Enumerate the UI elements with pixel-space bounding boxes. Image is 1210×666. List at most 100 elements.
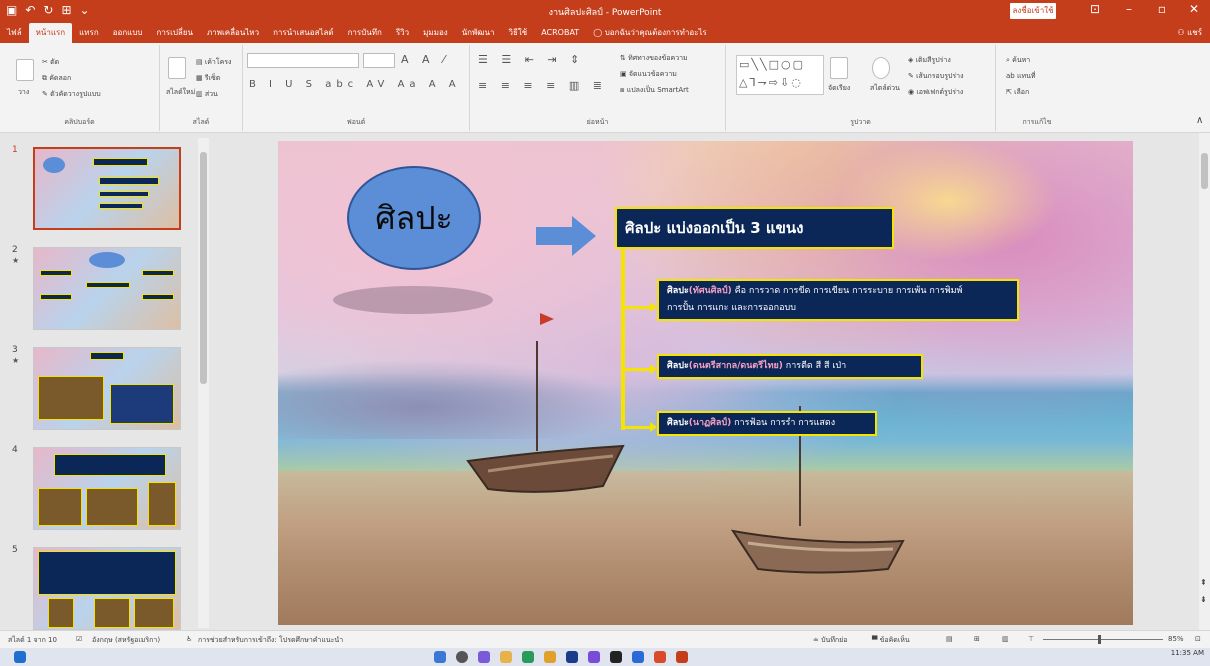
header-textbox[interactable]: ศิลปะ แบ่งออกเป็น 3 แขนง xyxy=(615,207,894,249)
taskbar-app-icon[interactable] xyxy=(544,651,556,663)
previous-slide-icon[interactable]: ⇞ xyxy=(1200,578,1207,587)
smartart-button[interactable]: ⧈ แปลงเป็น SmartArt xyxy=(620,85,689,96)
shape-outline-button[interactable]: ✎ เส้นกรอบรูปร่าง xyxy=(908,71,964,82)
language-indicator[interactable]: อังกฤษ (สหรัฐอเมริกา) xyxy=(92,635,160,646)
tab-developer[interactable]: นักพัฒนา xyxy=(455,23,502,43)
taskbar-app-icon[interactable] xyxy=(610,651,622,663)
cut-button[interactable]: ✂ ตัด xyxy=(42,57,59,68)
quick-styles-icon[interactable] xyxy=(872,57,890,79)
taskbar-app-icon[interactable] xyxy=(566,651,578,663)
start-icon[interactable] xyxy=(14,651,26,663)
paste-icon[interactable] xyxy=(16,59,34,81)
branch-box-dance[interactable]: ศิลปะ(นาฏศิลป์) การฟ้อน การรำ การแสดง xyxy=(657,411,877,436)
align-text-button[interactable]: ▣ จัดแนวข้อความ xyxy=(620,69,677,80)
copy-button[interactable]: ⧉ คัดลอก xyxy=(42,73,71,84)
select-button[interactable]: ⇱ เลือก xyxy=(1006,87,1029,98)
reading-view-icon[interactable]: ▥ xyxy=(1002,635,1009,643)
fit-slide-icon[interactable]: ⊡ xyxy=(1195,635,1201,643)
find-button[interactable]: ⌕ ค้นหา xyxy=(1006,55,1030,66)
spellcheck-icon[interactable]: ☑ xyxy=(76,635,82,643)
scroll-thumb[interactable] xyxy=(1201,153,1208,189)
zoom-slider[interactable] xyxy=(1043,635,1163,644)
reset-button[interactable]: ▦ รีเซ็ต xyxy=(196,73,220,84)
paste-button[interactable]: วาง xyxy=(18,87,29,98)
arrange-button[interactable]: จัดเรียง xyxy=(828,83,850,94)
slideshow-view-icon[interactable]: ⊤ xyxy=(1028,635,1034,643)
taskbar-clock[interactable]: 11:35 AM xyxy=(1171,649,1204,657)
arrange-icon[interactable] xyxy=(830,57,848,79)
text-direction-button[interactable]: ⇅ ทิศทางของข้อความ xyxy=(620,53,688,64)
redo-icon[interactable]: ↻ xyxy=(43,3,53,17)
tab-view[interactable]: มุมมอง xyxy=(416,23,455,43)
notes-button[interactable]: ≐ บันทึกย่อ xyxy=(813,635,847,646)
next-slide-icon[interactable]: ⇟ xyxy=(1200,595,1207,604)
taskbar-app-icon[interactable] xyxy=(522,651,534,663)
tab-record[interactable]: การบันทึก xyxy=(341,23,389,43)
tab-transitions[interactable]: การเปลี่ยน xyxy=(149,23,200,43)
normal-view-icon[interactable]: ▤ xyxy=(946,635,953,643)
powerpoint-taskbar-icon[interactable] xyxy=(676,651,688,663)
accessibility-status[interactable]: การช่วยสำหรับการเข้าถึง: โปรดศึกษาคำแนะน… xyxy=(198,635,343,646)
accessibility-icon[interactable]: ♿ xyxy=(186,635,192,643)
slide-sorter-icon[interactable]: ⊞ xyxy=(974,635,980,643)
slide-thumbnail-3[interactable] xyxy=(33,347,181,430)
slide-thumbnail-2[interactable] xyxy=(33,247,181,330)
zoom-level[interactable]: 85% xyxy=(1168,635,1184,643)
restore-icon[interactable]: ▫ xyxy=(1151,2,1173,16)
shape-effects-button[interactable]: ◉ เอฟเฟกต์รูปร่าง xyxy=(908,87,963,98)
format-painter-button[interactable]: ✎ ตัวคัดวางรูปแบบ xyxy=(42,89,101,100)
tab-home[interactable]: หน้าแรก xyxy=(28,23,73,43)
folder-icon[interactable] xyxy=(500,651,512,663)
start-presentation-icon[interactable]: ⊞ xyxy=(61,3,71,17)
ribbon-display-icon[interactable]: ⊡ xyxy=(1084,2,1106,16)
save-icon[interactable]: ▣ xyxy=(6,3,17,17)
branch-box-music[interactable]: ศิลปะ(ดนตรีสากล/ดนตรีไทย) การตีด สี สี เ… xyxy=(657,354,923,379)
shapes-gallery[interactable]: ▭╲╲□○▢ △⅂⇁⇨⇩◌ xyxy=(736,55,824,95)
zoom-slider-knob[interactable] xyxy=(1098,635,1101,644)
collapse-ribbon-icon[interactable]: ∧ xyxy=(1196,115,1203,126)
customize-qat-icon[interactable]: ⌄ xyxy=(80,3,90,17)
tab-help[interactable]: วิธีใช้ xyxy=(501,23,534,43)
section-button[interactable]: ▥ ส่วน xyxy=(196,89,218,100)
tab-review[interactable]: รีวิว xyxy=(389,23,416,43)
font-size-combo[interactable] xyxy=(363,53,395,68)
font-format-icons[interactable]: B I U S abc AV Aa A A xyxy=(249,79,461,90)
title-ellipse[interactable]: ศิลปะ xyxy=(347,166,481,270)
share-button[interactable]: ⚇ แชร์ xyxy=(1177,26,1202,39)
taskbar-app-icon[interactable] xyxy=(478,651,490,663)
thumbnail-scrollbar[interactable] xyxy=(198,138,209,628)
new-slide-icon[interactable] xyxy=(168,57,186,79)
taskbar-app-icon[interactable] xyxy=(588,651,600,663)
undo-icon[interactable]: ↶ xyxy=(25,3,35,17)
slide-thumbnail-5[interactable] xyxy=(33,547,181,630)
tab-animations[interactable]: ภาพเคลื่อนไหว xyxy=(200,23,266,43)
tab-file[interactable]: ไฟล์ xyxy=(0,23,29,43)
tab-design[interactable]: ออกแบบ xyxy=(106,23,150,43)
quick-styles-button[interactable]: สไตล์ด่วน xyxy=(870,83,900,94)
minimize-icon[interactable]: – xyxy=(1118,2,1140,16)
taskbar-app-icon[interactable] xyxy=(632,651,644,663)
tab-insert[interactable]: แทรก xyxy=(72,23,106,43)
taskbar-app-icon[interactable] xyxy=(654,651,666,663)
shape-fill-button[interactable]: ◈ เติมสีรูปร่าง xyxy=(908,55,951,66)
taskbar-app-icon[interactable] xyxy=(434,651,446,663)
tab-acrobat[interactable]: ACROBAT xyxy=(534,23,586,43)
comments-button[interactable]: ▀ ข้อคิดเห็น xyxy=(872,635,910,646)
branch-box-visual-art[interactable]: ศิลปะ(ทัศนศิลป์) คือ การวาด การขีด การเข… xyxy=(657,279,1019,321)
slide-thumbnail-4[interactable] xyxy=(33,447,181,530)
sign-in-button[interactable]: ลงชื่อเข้าใช้ xyxy=(1010,3,1056,19)
font-name-combo[interactable] xyxy=(247,53,359,68)
search-icon[interactable] xyxy=(456,651,468,663)
align-icons[interactable]: ≡ ≡ ≡ ≡ ▥ ≣ xyxy=(478,79,607,92)
layout-button[interactable]: ▤ เค้าโครง xyxy=(196,57,231,68)
slide-scrollbar[interactable]: ⇞ ⇟ xyxy=(1199,133,1210,630)
right-arrow-shape[interactable] xyxy=(536,216,596,256)
replace-button[interactable]: ab แทนที่ xyxy=(1006,71,1036,82)
slide-thumbnail-1[interactable] xyxy=(33,147,181,230)
tab-slideshow[interactable]: การนำเสนอสไลด์ xyxy=(266,23,341,43)
slide-canvas[interactable]: ศิลปะ ศิลปะ แบ่งออกเป็น 3 แขนง ศิลปะ(ทัศ… xyxy=(278,141,1133,625)
font-size-icons[interactable]: A A ⁄ xyxy=(401,53,450,66)
close-icon[interactable]: ✕ xyxy=(1183,2,1205,16)
new-slide-button[interactable]: สไลด์ใหม่ xyxy=(166,87,195,98)
list-icons[interactable]: ☰ ☰ ⇤ ⇥ ⇕ xyxy=(478,53,584,66)
